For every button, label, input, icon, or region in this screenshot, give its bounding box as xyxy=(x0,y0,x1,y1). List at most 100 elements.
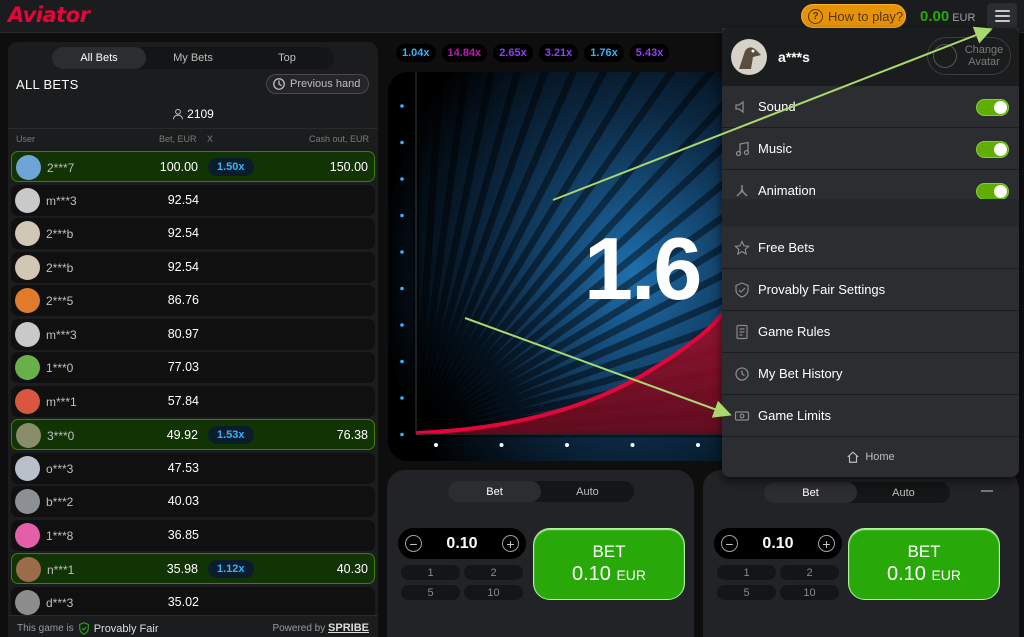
quick-bet-10[interactable]: 10 xyxy=(464,585,523,600)
row-bet: 35.98 xyxy=(166,562,198,576)
settings-menu: a***s Change Avatar Sound Music Animatio… xyxy=(722,28,1019,477)
propeller-icon xyxy=(736,184,748,197)
provably-fair-settings-label: Provably Fair Settings xyxy=(758,282,886,297)
quick-bet-10[interactable]: 10 xyxy=(780,585,839,600)
music-label: Music xyxy=(758,141,792,156)
previous-hand-button[interactable]: Previous hand xyxy=(266,74,369,94)
bet-amount-stepper[interactable]: − 0.10 + xyxy=(398,528,526,559)
row-cashout: 76.38 xyxy=(336,428,368,442)
row-multiplier: 1.12x xyxy=(208,560,254,578)
music-toggle[interactable] xyxy=(976,141,1009,158)
bets-count: 2109 xyxy=(8,99,378,129)
history-item: 14.84x xyxy=(441,44,488,62)
bet-button-amount: 0.10 xyxy=(886,562,926,585)
row-user: m***3 xyxy=(46,327,77,342)
quick-bet-5[interactable]: 5 xyxy=(401,585,460,600)
table-row: 2***7 100.00 1.50x 150.00 xyxy=(11,151,375,182)
menu-icon[interactable] xyxy=(987,3,1017,29)
bets-count-value: 2109 xyxy=(187,106,214,121)
quick-bet-1[interactable]: 1 xyxy=(401,565,460,580)
row-cashout: 150.00 xyxy=(329,160,368,174)
tab-bet[interactable]: Bet xyxy=(448,481,541,502)
row-user: m***3 xyxy=(46,193,77,208)
sound-toggle[interactable] xyxy=(976,99,1009,116)
menu-game-rules[interactable]: Game Rules xyxy=(722,311,1019,353)
menu-free-bets[interactable]: Free Bets xyxy=(722,227,1019,269)
remove-panel-icon[interactable] xyxy=(981,490,993,492)
bet-button[interactable]: BET 0.10 EUR xyxy=(848,528,1000,600)
avatar xyxy=(15,355,40,380)
tab-all-bets[interactable]: All Bets xyxy=(52,47,146,69)
minus-icon[interactable]: − xyxy=(405,535,422,552)
plus-icon[interactable]: + xyxy=(501,535,519,552)
avatar xyxy=(16,557,41,582)
row-user: 1***0 xyxy=(46,361,74,375)
game-rules-label: Game Rules xyxy=(758,324,831,339)
avatar xyxy=(15,221,40,246)
minus-icon[interactable]: − xyxy=(721,535,738,552)
bet-amount-value[interactable]: 0.10 xyxy=(446,535,477,553)
current-multiplier: 1.6 xyxy=(584,219,702,318)
table-row: b***2 40.03 xyxy=(11,486,375,517)
table-row: 2***b 92.54 xyxy=(11,251,375,283)
tab-my-bets[interactable]: My Bets xyxy=(146,47,240,69)
row-bet: 86.76 xyxy=(167,293,199,307)
row-multiplier: 1.50x xyxy=(208,158,254,176)
col-user: User xyxy=(16,134,36,144)
bet-amount-stepper[interactable]: − 0.10 + xyxy=(714,528,842,559)
bet-button-currency: EUR xyxy=(616,566,647,583)
bet-panel-2: Bet Auto − 0.10 + 1 2 5 10 BET 0.10 EUR xyxy=(703,470,1019,637)
bet-button-currency: EUR xyxy=(931,566,962,583)
plus-icon[interactable]: + xyxy=(817,535,835,552)
row-bet: 92.54 xyxy=(167,192,199,207)
table-row: m***1 57.84 xyxy=(11,385,375,417)
row-bet: 36.85 xyxy=(167,527,199,542)
row-user: 2***b xyxy=(46,260,74,275)
how-to-play-label: How to play? xyxy=(828,8,904,24)
sound-label: Sound xyxy=(758,99,796,114)
quick-bet-1[interactable]: 1 xyxy=(717,565,776,580)
animation-label: Animation xyxy=(758,183,816,198)
table-row: o***3 47.53 xyxy=(11,452,375,484)
bet-amount-value[interactable]: 0.10 xyxy=(762,535,793,553)
question-icon: ? xyxy=(808,8,823,24)
tab-auto[interactable]: Auto xyxy=(857,482,950,503)
multiplier-history: 1.04x 14.84x 2.65x 3.21x 1.76x 5.43x xyxy=(396,42,726,64)
shield-check-icon xyxy=(735,281,749,298)
avatar-placeholder-icon xyxy=(933,44,957,68)
aviator-logo[interactable]: Aviator xyxy=(8,3,90,27)
provably-fair-badge[interactable]: This game is Provably Fair xyxy=(17,622,158,635)
menu-bet-history[interactable]: My Bet History xyxy=(722,353,1019,395)
menu-game-limits[interactable]: Game Limits xyxy=(722,395,1019,437)
bets-tabs: All Bets My Bets Top xyxy=(52,47,334,69)
balance: 0.00 EUR xyxy=(920,8,975,25)
row-user: d***3 xyxy=(46,595,74,610)
shield-check-icon xyxy=(78,622,89,635)
how-to-play-button[interactable]: ? How to play? xyxy=(801,4,906,28)
menu-user-header: a***s Change Avatar xyxy=(722,28,1019,86)
avatar xyxy=(15,321,40,347)
tab-bet[interactable]: Bet xyxy=(764,482,857,503)
quick-bet-5[interactable]: 5 xyxy=(717,585,776,600)
tab-auto[interactable]: Auto xyxy=(541,481,634,502)
spribe-logo[interactable]: SPRIBE xyxy=(328,622,369,634)
menu-provably-fair[interactable]: Provably Fair Settings xyxy=(722,269,1019,311)
history-item: 3.21x xyxy=(538,44,579,62)
tab-top[interactable]: Top xyxy=(240,47,334,69)
avatar xyxy=(15,589,40,615)
bets-list: 2***7 100.00 1.50x 150.00 m***3 92.54 2***b 92.… xyxy=(8,151,378,620)
change-avatar-button[interactable]: Change Avatar xyxy=(927,37,1011,75)
history-item: 2.65x xyxy=(493,44,533,62)
table-row: 2***5 86.76 xyxy=(11,285,375,316)
avatar xyxy=(15,187,40,213)
balance-amount: 0.00 xyxy=(920,8,950,25)
bets-panel: All Bets My Bets Top ALL BETS Previous h… xyxy=(8,42,378,637)
bet-button[interactable]: BET 0.10 EUR xyxy=(533,528,685,600)
quick-bet-2[interactable]: 2 xyxy=(464,565,523,580)
animation-toggle[interactable] xyxy=(976,183,1009,200)
row-user: b***2 xyxy=(46,495,74,509)
home-button[interactable]: Home xyxy=(722,437,1019,477)
previous-hand-label: Previous hand xyxy=(290,78,361,90)
quick-bet-2[interactable]: 2 xyxy=(780,565,839,580)
change-avatar-label: Change Avatar xyxy=(964,44,1004,68)
